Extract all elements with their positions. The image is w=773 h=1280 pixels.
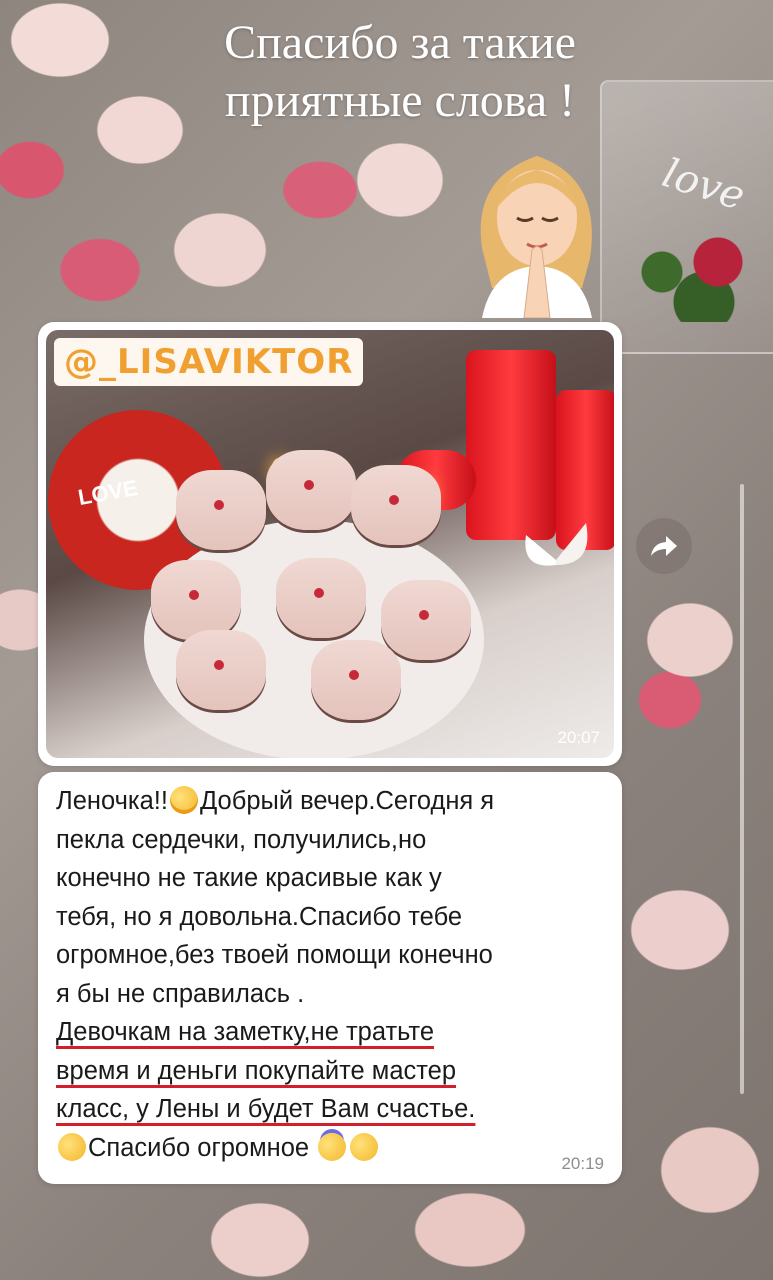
reposted-photo-card[interactable]: LOVE @_LISAVIKTOR 20:07: [38, 322, 622, 766]
macaron: [266, 450, 356, 530]
love-sign: love: [656, 150, 751, 220]
instagram-handle: @_LISAVIKTOR: [54, 338, 364, 386]
message-line: огромное,без твоей помощи конечно: [56, 941, 493, 969]
photo-timestamp: 20:07: [557, 728, 600, 747]
red-candle: [466, 350, 556, 540]
story-screen: Спасибо за такие приятные слова ! love L…: [0, 0, 773, 1280]
message-line: тебя, но я довольна.Спасибо тебе: [56, 902, 463, 931]
headline-line-1: Спасибо за такие: [224, 16, 576, 69]
partying-face-icon: [318, 1132, 347, 1161]
macaron: [151, 560, 241, 640]
scrollbar[interactable]: [740, 484, 744, 1094]
message-timestamp: 20:19: [561, 1154, 604, 1173]
forward-button[interactable]: [636, 518, 692, 574]
macarons-photo[interactable]: LOVE @_LISAVIKTOR 20:07: [46, 330, 614, 758]
macaron: [311, 640, 401, 720]
message-line-highlighted: Девочкам на заметку,не тратьте: [56, 1018, 435, 1046]
face-blowing-kiss-icon: [58, 1132, 86, 1161]
message-line: пекла сердечки, получились,но: [56, 825, 427, 854]
headline-line-2: приятные слова !: [224, 74, 576, 127]
forward-arrow-icon: [651, 536, 677, 556]
message-text: Леночка!! Добрый вечер.Сегодня я пекла се…: [56, 782, 611, 1167]
message-line: Леночка!! Добрый вечер.Сегодня я: [56, 786, 495, 815]
moss-decoration: [620, 222, 760, 322]
butterfly-decoration: [525, 523, 588, 566]
background-candle-box: love: [600, 80, 773, 354]
macaron: [176, 630, 266, 710]
macaron: [176, 470, 266, 550]
macaron: [381, 580, 471, 660]
message-line-highlighted: время и деньги покупайте мастер: [56, 1056, 457, 1085]
smiling-face-with-hearts-icon: [169, 786, 198, 814]
message-line: Спасибо огромное: [56, 1129, 611, 1168]
macaron: [276, 558, 366, 638]
hugging-face-icon: [350, 1132, 379, 1161]
candy-box-label: LOVE: [76, 474, 140, 511]
chat-message-bubble: Леночка!! Добрый вечер.Сегодня я пекла се…: [38, 772, 622, 1184]
message-line: я бы не справилась .: [56, 979, 305, 1008]
message-line: конечно не такие красивые как у: [56, 864, 442, 892]
message-line-highlighted: класс, у Лены и будет Вам счастье.: [56, 1095, 476, 1123]
macaron: [351, 465, 441, 545]
story-headline: Спасибо за такие приятные слова !: [120, 14, 680, 130]
praying-avatar-sticker: [480, 156, 592, 318]
